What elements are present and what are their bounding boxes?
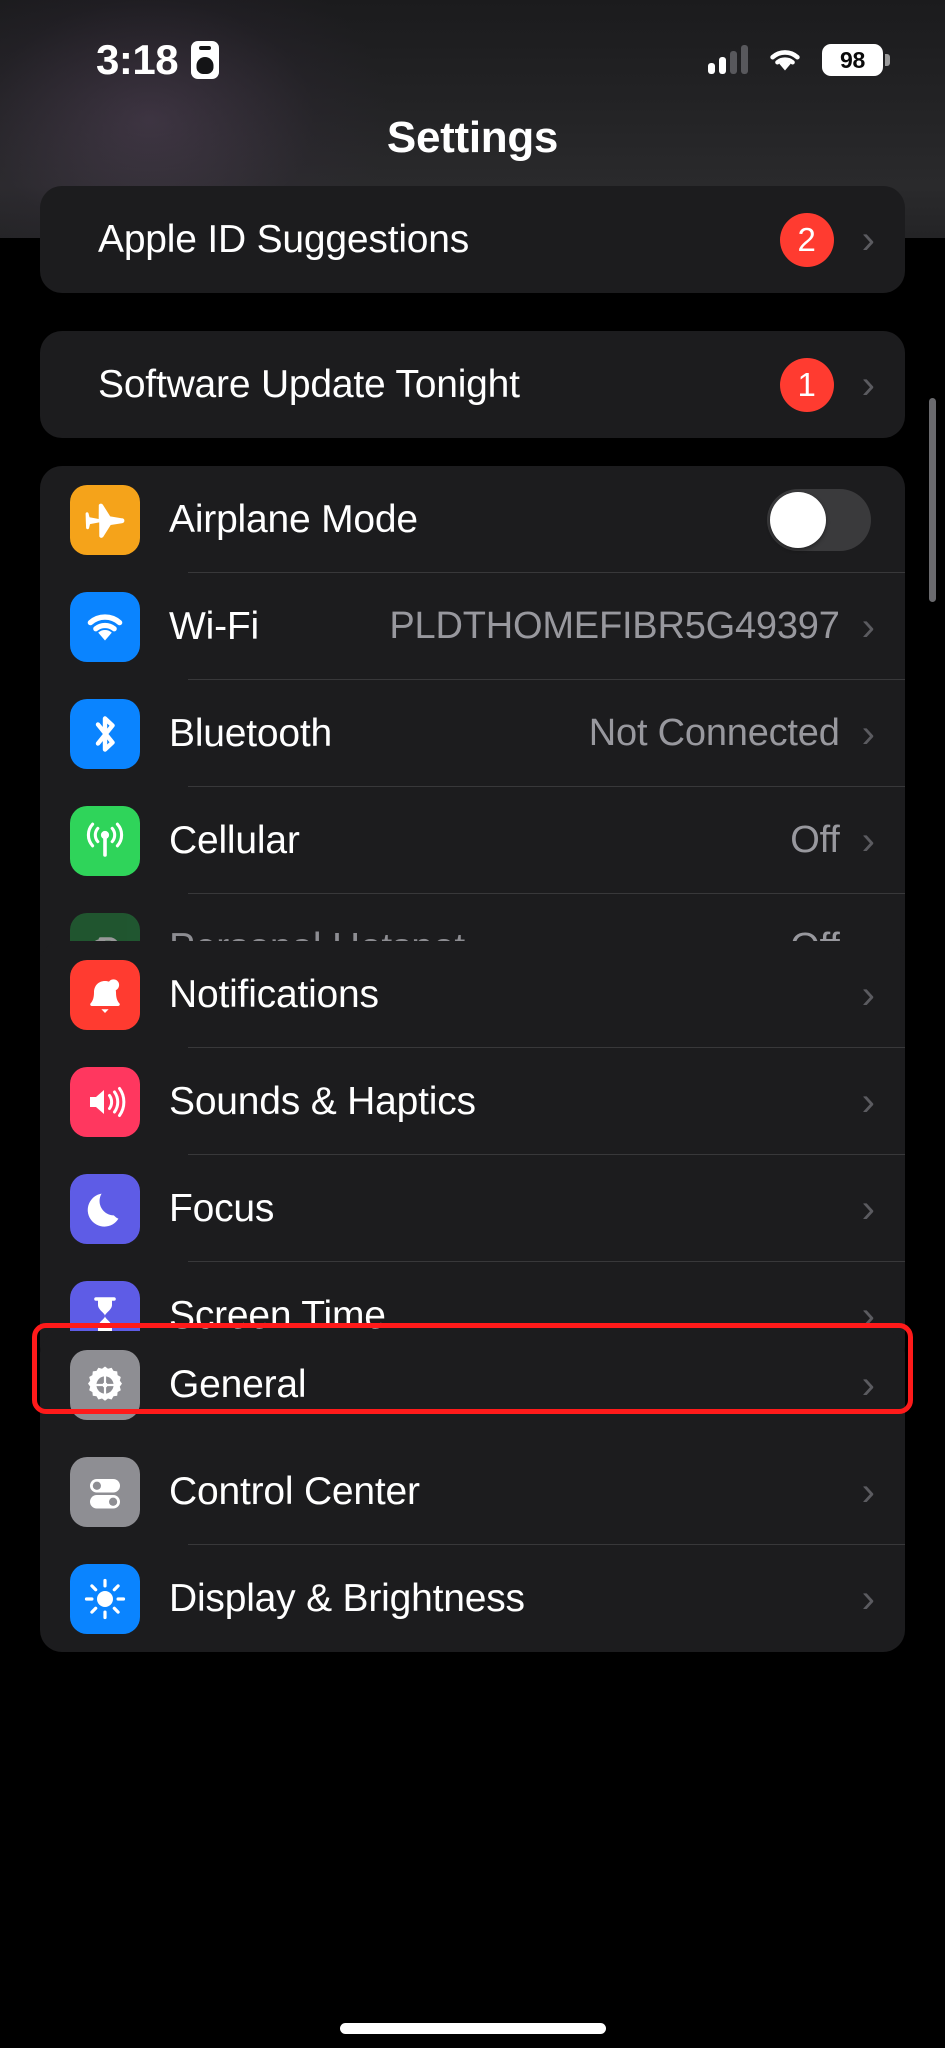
row-value: Not Connected (588, 712, 840, 754)
chevron-right-icon: › (861, 1293, 875, 1338)
page-title: Settings (386, 113, 559, 162)
status-badge: 1 (779, 357, 834, 412)
group-connectivity: Airplane Mode Wi-Fi PLDTHOMEFIBR5G49397 … (40, 466, 905, 1001)
sidebar-item-sounds-and-haptics[interactable]: Sounds & Haptics › (40, 1048, 905, 1155)
row-value: Off (790, 819, 840, 861)
sidebar-item-bluetooth[interactable]: Bluetooth Not Connected › (40, 680, 905, 787)
airplane-icon (70, 484, 140, 555)
row-label: Software Update Tonight (98, 362, 520, 406)
wifi-icon (70, 591, 140, 662)
group-general: General › Control Center › Display & Bri… (40, 1331, 905, 1652)
control-center-icon (70, 1456, 140, 1527)
sidebar-item-control-center[interactable]: Control Center › (40, 1438, 905, 1545)
sidebar-item-apple-id-suggestions[interactable]: Apple ID Suggestions 2 › (40, 186, 905, 293)
row-label: Cellular (169, 818, 300, 862)
row-label: Control Center (169, 1469, 420, 1513)
moon-icon (70, 1173, 140, 1244)
chevron-right-icon: › (861, 1576, 875, 1621)
row-label: Notifications (169, 972, 379, 1016)
sidebar-item-display-and-brightness[interactable]: Display & Brightness › (40, 1545, 905, 1652)
chevron-right-icon: › (861, 1186, 875, 1231)
speaker-icon (70, 1066, 140, 1137)
group-notifications: Notifications › Sounds & Haptics › Focus… (40, 941, 905, 1369)
cellular-bars-icon (708, 45, 748, 74)
settings-scroll-view[interactable]: Apple ID Suggestions 2 › Software Update… (0, 186, 945, 2048)
sidebar-item-wifi[interactable]: Wi-Fi PLDTHOMEFIBR5G49397 › (40, 573, 905, 680)
id-card-icon (191, 41, 220, 79)
sidebar-item-software-update-tonight[interactable]: Software Update Tonight 1 › (40, 331, 905, 438)
chevron-right-icon: › (861, 1362, 875, 1407)
status-bar-time: 3:18 (96, 36, 179, 83)
row-value: PLDTHOMEFIBR5G49397 (389, 605, 840, 647)
chevron-right-icon: › (861, 604, 875, 649)
chevron-right-icon: › (861, 362, 875, 407)
status-badge: 2 (779, 212, 834, 267)
chevron-right-icon: › (861, 711, 875, 756)
row-label: General (169, 1362, 307, 1406)
sidebar-item-airplane-mode[interactable]: Airplane Mode (40, 466, 905, 573)
airplane-mode-toggle[interactable] (767, 488, 871, 551)
iphone-settings-screen: 3:18 98 Settings Apple ID Suggestions 2 … (0, 0, 945, 2048)
row-label: Display & Brightness (169, 1576, 525, 1620)
status-bar-right: 98 (708, 44, 883, 76)
brightness-sun-icon (70, 1563, 140, 1634)
chevron-right-icon: › (861, 972, 875, 1017)
sidebar-item-general[interactable]: General › (40, 1331, 905, 1438)
sidebar-item-notifications[interactable]: Notifications › (40, 941, 905, 1048)
bluetooth-icon (70, 698, 140, 769)
chevron-right-icon: › (861, 1469, 875, 1514)
battery-icon: 98 (822, 44, 883, 76)
battery-level-text: 98 (840, 46, 865, 73)
status-bar-left: 3:18 (96, 36, 220, 83)
status-bar: 3:18 98 (0, 34, 945, 86)
chevron-right-icon: › (861, 818, 875, 863)
row-label: Apple ID Suggestions (98, 217, 470, 261)
sidebar-item-focus[interactable]: Focus › (40, 1155, 905, 1262)
row-label: Wi-Fi (169, 604, 259, 648)
row-label: Focus (169, 1186, 275, 1230)
bell-icon (70, 959, 140, 1030)
row-label: Bluetooth (169, 711, 332, 755)
home-indicator (339, 2023, 606, 2034)
vertical-scrollbar[interactable] (929, 398, 936, 602)
group-apple-id-suggestions: Apple ID Suggestions 2 › (40, 186, 905, 293)
sidebar-item-cellular[interactable]: Cellular Off › (40, 787, 905, 894)
group-software-update: Software Update Tonight 1 › (40, 331, 905, 438)
row-label: Airplane Mode (169, 497, 418, 541)
gear-icon (70, 1349, 140, 1420)
row-label: Sounds & Haptics (169, 1079, 476, 1123)
wifi-icon (766, 46, 804, 74)
cellular-antenna-icon (70, 805, 140, 876)
chevron-right-icon: › (861, 217, 875, 262)
chevron-right-icon: › (861, 1079, 875, 1124)
